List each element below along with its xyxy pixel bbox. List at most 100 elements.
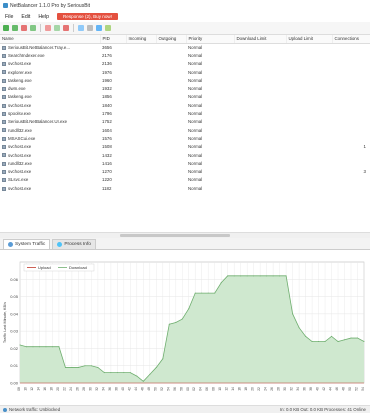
process-pid: 1270 <box>102 169 112 175</box>
process-priority: Normal <box>188 127 203 133</box>
table-row[interactable]: taskeng.exe 1960 Normal <box>0 76 370 84</box>
x-tick-label: 34 <box>296 387 300 391</box>
table-row[interactable]: SLsvc.exe 1220 Normal <box>0 176 370 184</box>
series-download-point <box>240 275 242 277</box>
priority-icon[interactable] <box>12 25 18 31</box>
process-icon <box>2 153 6 158</box>
x-tick-label: 10 <box>218 387 222 391</box>
series-download-point <box>142 380 144 382</box>
menu-file[interactable]: File <box>5 14 13 20</box>
tab-process-info[interactable]: Process Info <box>52 239 96 249</box>
column-header-connections[interactable]: Connections <box>332 35 370 44</box>
process-name-text: spoolsv.exe <box>8 111 31 117</box>
series-download-point <box>305 335 307 337</box>
x-tick-label: 40 <box>121 387 125 391</box>
menu-edit[interactable]: Edit <box>21 14 30 20</box>
table-row[interactable]: svchost.exe 1508 Normal 1 <box>0 143 370 151</box>
process-connections <box>332 159 370 167</box>
process-upload-limit <box>286 118 332 126</box>
window-icon[interactable] <box>87 25 93 31</box>
column-header-pid[interactable]: PID <box>100 35 127 44</box>
process-incoming <box>126 60 156 68</box>
process-incoming <box>126 184 156 192</box>
series-download-point <box>188 308 190 310</box>
block-icon[interactable] <box>21 25 27 31</box>
help-icon[interactable] <box>105 25 111 31</box>
table-row[interactable]: SeriousBit.NetBalancer.UI.exe 1752 Normal <box>0 118 370 126</box>
x-tick-label: 28 <box>277 387 281 391</box>
table-row[interactable]: svchost.exe 1840 Normal <box>0 101 370 109</box>
process-name-text: SeriousBit.NetBalancer.UI.exe <box>8 119 68 125</box>
y-tick-label: 0.02 <box>10 346 19 351</box>
process-icon <box>2 45 6 50</box>
x-tick-label: 26 <box>75 387 79 391</box>
column-header-download-limit[interactable]: Download Limit <box>234 35 287 44</box>
menu-help[interactable]: Help <box>38 14 49 20</box>
process-download-limit <box>234 126 286 134</box>
table-row[interactable]: explorer.exe 1976 Normal <box>0 68 370 76</box>
limit-icon[interactable] <box>3 25 9 31</box>
table-row[interactable]: svchost.exe 1432 Normal <box>0 151 370 159</box>
x-tick-label: 26 <box>270 387 274 391</box>
table-row[interactable]: SeriousBit.NetBalancer.Tray.e... 3656 Norm… <box>0 43 370 51</box>
filter-icon[interactable] <box>45 25 51 31</box>
process-name: taskeng.exe <box>0 93 100 101</box>
process-download-limit <box>234 76 286 84</box>
table-row[interactable]: MSASCui.exe 1576 Normal <box>0 134 370 142</box>
process-upload-limit <box>286 126 332 134</box>
process-upload-limit <box>286 134 332 142</box>
table-row[interactable]: rundll32.exe 1604 Normal <box>0 126 370 134</box>
process-upload-limit <box>286 176 332 184</box>
table-row[interactable]: rundll32.exe 1416 Normal <box>0 159 370 167</box>
table-header: Name PID Incoming Outgoing Priority Down… <box>0 35 370 44</box>
process-pid: 1856 <box>102 94 112 100</box>
process-pid: 1576 <box>102 135 112 141</box>
traffic-chart: 0.000.010.020.030.040.050.0608 10 12 14 16 18… <box>3 261 365 391</box>
process-name-text: MSASCui.exe <box>8 135 36 141</box>
process-connections <box>332 60 370 68</box>
series-download-point <box>149 373 151 375</box>
process-name: svchost.exe <box>0 167 100 175</box>
series-download-point <box>168 323 170 325</box>
process-upload-limit <box>286 43 332 51</box>
network-icon[interactable] <box>78 25 84 31</box>
table-row[interactable]: SearchIndexer.exe 2176 Normal <box>0 51 370 59</box>
table-row[interactable]: taskeng.exe 1856 Normal <box>0 93 370 101</box>
column-header-name[interactable]: Name <box>0 35 101 44</box>
series-download-point <box>25 346 27 348</box>
process-download-limit <box>234 143 286 151</box>
series-download-point <box>318 341 320 343</box>
column-header-incoming[interactable]: Incoming <box>126 35 157 44</box>
process-outgoing <box>156 68 186 76</box>
table-row[interactable]: svchost.exe 2136 Normal <box>0 60 370 68</box>
options-icon[interactable] <box>96 25 102 31</box>
series-download-point <box>84 365 86 367</box>
x-tick-label: 44 <box>134 387 138 391</box>
settings-icon[interactable] <box>54 25 60 31</box>
series-download-point <box>207 292 209 294</box>
x-tick-label: 34 <box>101 387 105 391</box>
column-header-upload-limit[interactable]: Upload Limit <box>286 35 333 44</box>
chart-icon[interactable] <box>63 25 69 31</box>
refresh-icon[interactable] <box>30 25 36 31</box>
y-axis-label: Traffic Last Minute, KB/s <box>3 302 7 343</box>
process-download-limit <box>234 167 286 175</box>
table-row[interactable]: svchost.exe 1270 Normal 3 <box>0 167 370 175</box>
scrollbar-thumb[interactable] <box>120 234 230 237</box>
series-download-point <box>214 292 216 294</box>
table-row[interactable]: dwm.exe 1932 Normal <box>0 84 370 92</box>
column-header-priority[interactable]: Priority <box>186 35 235 44</box>
x-tick-label: 18 <box>49 387 53 391</box>
tab-system-traffic[interactable]: System Traffic <box>3 239 51 249</box>
buy-now-button[interactable]: Response (2), Buy now! <box>56 13 119 20</box>
process-download-limit <box>234 101 286 109</box>
process-pid: 1220 <box>102 177 112 183</box>
process-connections <box>332 118 370 126</box>
table-row[interactable]: svchost.exe 1182 Normal <box>0 184 370 192</box>
x-tick-label: 46 <box>335 387 339 391</box>
process-incoming <box>126 134 156 142</box>
process-download-limit <box>234 118 286 126</box>
x-tick-label: 04 <box>199 387 203 391</box>
column-header-outgoing[interactable]: Outgoing <box>156 35 187 44</box>
table-row[interactable]: spoolsv.exe 1796 Normal <box>0 109 370 117</box>
